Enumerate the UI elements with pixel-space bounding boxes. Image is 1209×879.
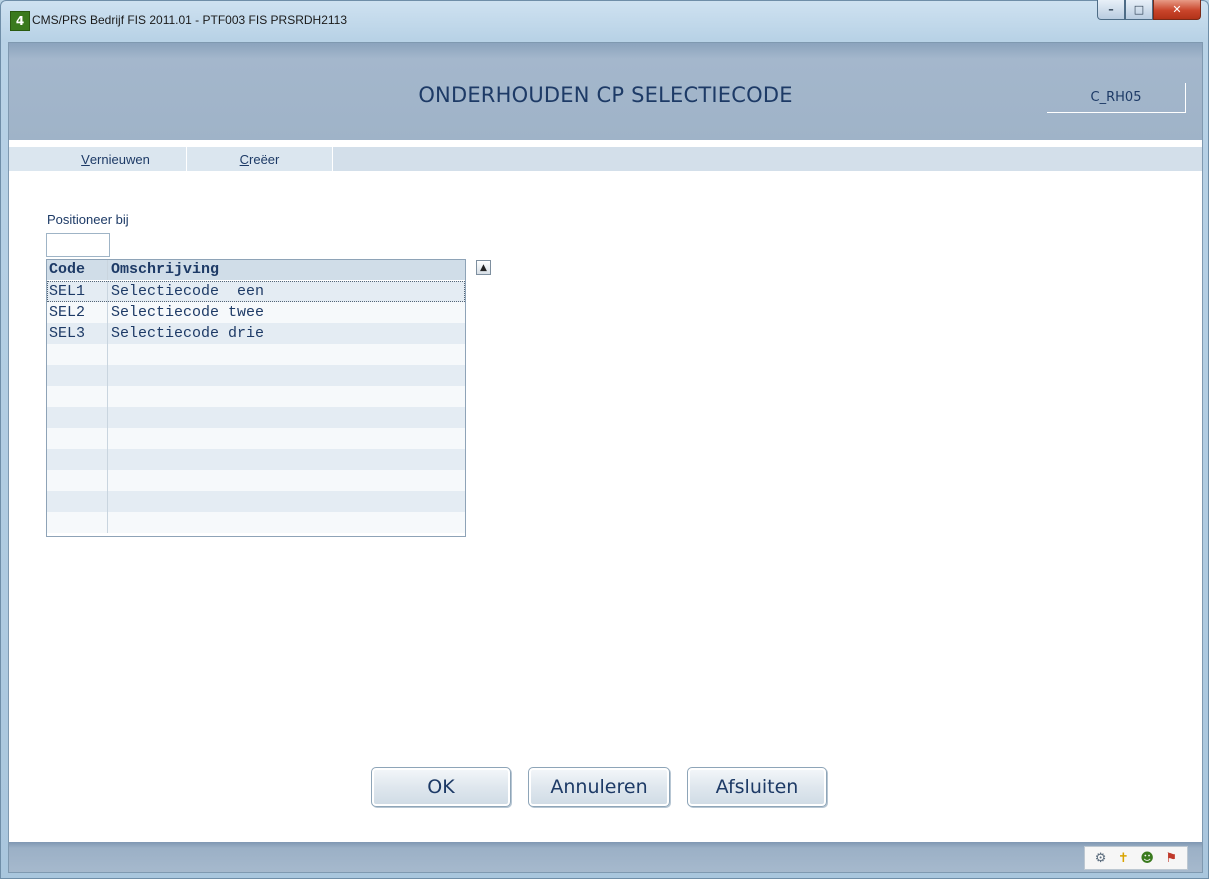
position-input[interactable]: [46, 233, 110, 257]
minimize-button[interactable]: –: [1097, 0, 1125, 20]
title-bar[interactable]: 4 CMS/PRS Bedrijf FIS 2011.01 - PTF003 F…: [0, 0, 1209, 42]
menu-bar: Vernieuwen Creëer: [9, 147, 1202, 171]
flag-icon[interactable]: ⚑: [1166, 852, 1178, 865]
menu-accelerator: C: [239, 151, 250, 167]
cell-code: [47, 470, 108, 491]
cell-code: [47, 449, 108, 470]
table-header-row: Code Omschrijving: [47, 260, 465, 280]
page-title: ONDERHOUDEN CP SELECTIECODE: [418, 83, 793, 107]
column-header-description[interactable]: Omschrijving: [108, 260, 465, 280]
cell-description: [108, 365, 465, 386]
cell-description: Selectiecode een: [111, 283, 265, 300]
maximize-button[interactable]: □: [1125, 0, 1153, 20]
cell-code: [47, 344, 108, 365]
table-row[interactable]: [47, 512, 465, 533]
close-button[interactable]: Afsluiten: [687, 767, 827, 807]
cancel-button[interactable]: Annuleren: [528, 767, 670, 807]
menu-item-label: reëer: [249, 151, 280, 167]
cell-description: [108, 449, 465, 470]
cell-description: [108, 386, 465, 407]
cell-code: SEL3: [47, 323, 108, 344]
table-row[interactable]: SEL3 Selectiecode drie: [47, 323, 465, 344]
column-header-code[interactable]: Code: [47, 260, 108, 280]
cell-code: [47, 491, 108, 512]
cell-code: SEL1: [47, 281, 108, 302]
table-row[interactable]: [47, 470, 465, 491]
client-area: ONDERHOUDEN CP SELECTIECODE C_RH05 Verni…: [8, 42, 1203, 873]
table-row[interactable]: [47, 386, 465, 407]
cell-description: [108, 512, 465, 533]
menu-item-creeer[interactable]: Creëer: [187, 147, 333, 171]
selection-code-table[interactable]: Code Omschrijving SEL1 Selectiecode een SE…: [46, 259, 466, 537]
cell-description: Selectiecode twee: [111, 304, 265, 321]
screen-code-label: C_RH05: [1047, 83, 1186, 113]
cell-description: [108, 407, 465, 428]
app-logo-icon[interactable]: 4: [10, 11, 30, 31]
scroll-up-button[interactable]: ▲: [476, 260, 491, 275]
table-row[interactable]: [47, 344, 465, 365]
close-window-button[interactable]: ✕: [1153, 0, 1201, 20]
application-window: 4 CMS/PRS Bedrijf FIS 2011.01 - PTF003 F…: [0, 0, 1209, 879]
menu-bar-spacer: [9, 147, 45, 171]
cell-description: [108, 428, 465, 449]
menu-item-label: ernieuwen: [89, 151, 150, 167]
ok-button[interactable]: OK: [371, 767, 511, 807]
cell-description: Selectiecode drie: [111, 325, 265, 342]
menu-bar-filler: [333, 147, 1202, 171]
table-row[interactable]: [47, 365, 465, 386]
pin-icon[interactable]: ✝: [1118, 852, 1129, 865]
position-label: Positioneer bij: [47, 212, 129, 227]
header-band: ONDERHOUDEN CP SELECTIECODE C_RH05: [9, 43, 1202, 140]
window-title: CMS/PRS Bedrijf FIS 2011.01 - PTF003 FIS…: [32, 13, 348, 27]
menu-accelerator: V: [81, 151, 90, 167]
cell-code: SEL2: [47, 302, 108, 323]
window-controls: – □ ✕: [1097, 0, 1201, 22]
chevron-up-icon: ▲: [480, 262, 487, 273]
table-row[interactable]: [47, 449, 465, 470]
cell-code: [47, 407, 108, 428]
table-row[interactable]: SEL1 Selectiecode een: [47, 281, 465, 302]
cell-code: [47, 428, 108, 449]
tray-icons: ⚙ ✝ ☻ ⚑: [1084, 846, 1188, 870]
status-bar: ⚙ ✝ ☻ ⚑: [9, 842, 1202, 872]
cell-code: [47, 512, 108, 533]
cell-code: [47, 386, 108, 407]
user-icon[interactable]: ☻: [1140, 852, 1154, 865]
table-row[interactable]: [47, 407, 465, 428]
table-row[interactable]: SEL2 Selectiecode twee: [47, 302, 465, 323]
settings-icon[interactable]: ⚙: [1095, 852, 1107, 865]
table-row[interactable]: [47, 491, 465, 512]
cell-description: [108, 491, 465, 512]
table-row[interactable]: [47, 428, 465, 449]
menu-item-vernieuwen[interactable]: Vernieuwen: [45, 147, 187, 171]
cell-code: [47, 365, 108, 386]
cell-description: [108, 470, 465, 491]
cell-description: [108, 344, 465, 365]
